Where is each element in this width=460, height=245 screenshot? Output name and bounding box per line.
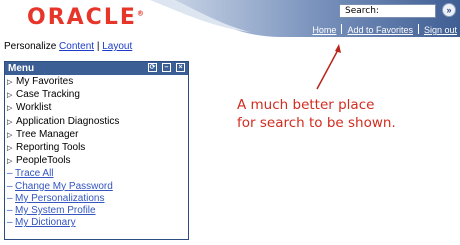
annotation-line-1: A much better place [237,97,375,113]
annotation-text: A much better place for search to be sho… [237,96,396,132]
annotation-line-2: for search to be shown. [237,115,396,131]
